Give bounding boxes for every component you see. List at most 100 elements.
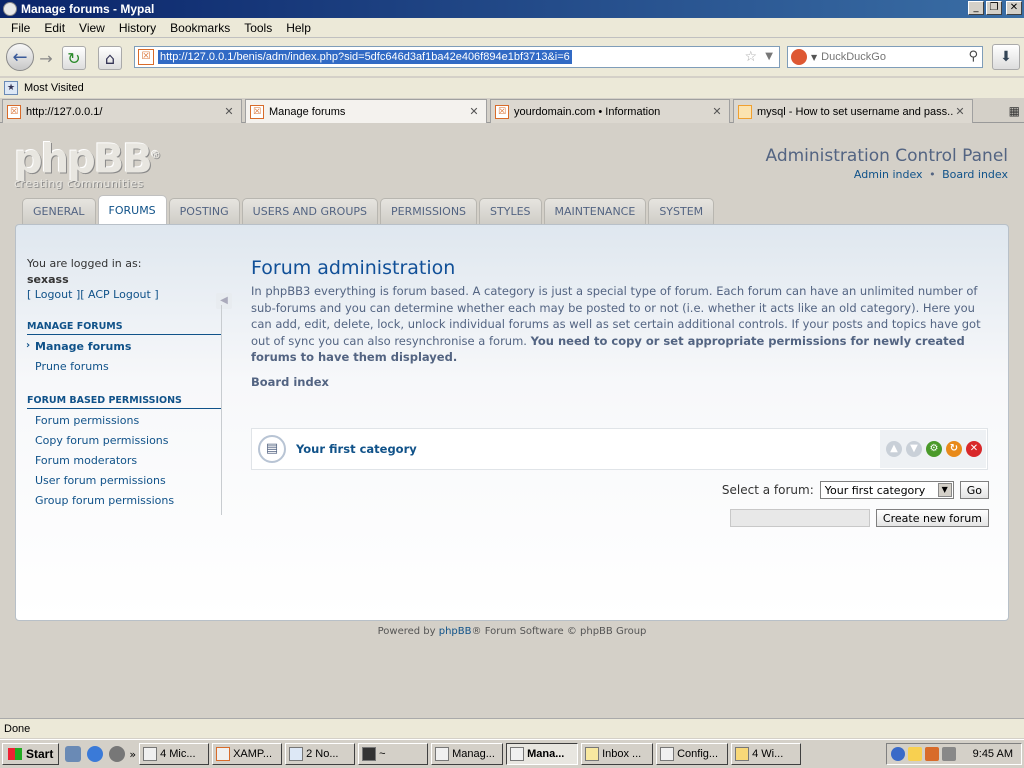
url-history-dropdown-icon[interactable]: ▼ xyxy=(765,51,773,62)
task-notepad[interactable]: 2 No... xyxy=(285,743,356,765)
task-config[interactable]: Config... xyxy=(656,743,729,765)
tray-xampp-icon[interactable] xyxy=(925,747,939,761)
browser-tab-manage-forums[interactable]: ☒ Manage forums ✕ xyxy=(245,99,487,123)
phpbb-footer-link[interactable]: phpBB xyxy=(439,626,472,637)
menu-tools[interactable]: Tools xyxy=(237,21,279,35)
menu-view[interactable]: View xyxy=(72,21,112,35)
tab-forums[interactable]: FORUMS xyxy=(97,195,167,224)
tray-app-icon[interactable] xyxy=(942,747,956,761)
collapse-sidebar-icon[interactable]: ◀ xyxy=(216,293,232,309)
link-separator: • xyxy=(929,168,936,181)
xampp-favicon-icon: ☒ xyxy=(7,104,21,119)
search-input[interactable] xyxy=(821,51,962,63)
most-visited-bookmark[interactable]: Most Visited xyxy=(24,82,84,94)
search-bar[interactable]: ▼ ⚲ xyxy=(787,46,983,68)
edit-gear-icon[interactable]: ⚙ xyxy=(926,441,942,457)
task-app-icon xyxy=(435,747,450,761)
move-down-icon[interactable]: ▼ xyxy=(906,441,922,457)
search-engine-dropdown-icon[interactable]: ▼ xyxy=(811,53,817,62)
forward-button[interactable]: → xyxy=(34,46,58,70)
internet-explorer-icon[interactable] xyxy=(87,746,104,762)
task-inbox[interactable]: Inbox ... xyxy=(581,743,654,765)
tab-system[interactable]: SYSTEM xyxy=(648,198,715,224)
select-forum-row: Select a forum: Your first category ▼ Go xyxy=(722,481,989,499)
browser-tab-information[interactable]: ☒ yourdomain.com • Information ✕ xyxy=(490,99,730,123)
tray-mail-icon[interactable] xyxy=(908,747,922,761)
task-microsoft[interactable]: 4 Mic... xyxy=(139,743,210,765)
task-terminal[interactable]: ~ xyxy=(358,743,429,765)
close-tab-icon[interactable]: ✕ xyxy=(710,105,724,118)
home-icon: ⌂ xyxy=(104,48,116,68)
category-link[interactable]: Your first category xyxy=(296,442,417,456)
show-desktop-icon[interactable] xyxy=(65,746,82,762)
sidebar-item-label: Manage forums xyxy=(35,340,132,353)
menu-file[interactable]: File xyxy=(4,21,37,35)
logged-in-username: sexass xyxy=(27,273,69,286)
url-text[interactable]: http://127.0.0.1/benis/adm/index.php?sid… xyxy=(158,50,572,64)
sidebar-item-forum-permissions[interactable]: Forum permissions xyxy=(35,414,139,427)
search-icon[interactable]: ⚲ xyxy=(968,49,978,64)
tab-general[interactable]: GENERAL xyxy=(22,198,96,224)
close-tab-icon[interactable]: ✕ xyxy=(222,105,236,118)
task-label: 2 No... xyxy=(306,748,339,760)
page-content: phpBB® creating communities Administrati… xyxy=(0,124,1024,716)
category-row: ▤ Your first category ▲ ▼ ⚙ ↻ ✕ xyxy=(251,428,988,470)
task-label: 4 Wi... xyxy=(752,748,784,760)
sidebar-item-forum-moderators[interactable]: Forum moderators xyxy=(35,454,137,467)
task-xampp[interactable]: XAMP... xyxy=(212,743,283,765)
sidebar-item-copy-forum-permissions[interactable]: Copy forum permissions xyxy=(35,434,169,447)
home-button[interactable]: ⌂ xyxy=(98,46,122,70)
sidebar-item-group-forum-permissions[interactable]: Group forum permissions xyxy=(35,494,174,507)
close-window-button[interactable]: ✕ xyxy=(1006,1,1022,15)
acp-tabs: GENERAL FORUMS POSTING USERS AND GROUPS … xyxy=(22,195,715,224)
browser-tab-localhost[interactable]: ☒ http://127.0.0.1/ ✕ xyxy=(2,99,242,123)
mypal-quicklaunch-icon[interactable] xyxy=(109,746,126,762)
menu-bookmarks[interactable]: Bookmarks xyxy=(163,21,237,35)
list-all-tabs-icon[interactable]: ▦ xyxy=(1009,104,1020,118)
acp-panel: You are logged in as: sexass [ Logout ][… xyxy=(15,224,1009,621)
board-index-link[interactable]: Board index xyxy=(942,168,1008,181)
forum-select[interactable]: Your first category ▼ xyxy=(819,481,954,499)
tab-styles[interactable]: STYLES xyxy=(479,198,542,224)
task-windows-explorer[interactable]: 4 Wi... xyxy=(731,743,802,765)
menu-edit[interactable]: Edit xyxy=(37,21,72,35)
start-label: Start xyxy=(26,747,54,761)
tab-maintenance[interactable]: MAINTENANCE xyxy=(543,198,647,224)
browser-tab-mysql[interactable]: mysql - How to set username and pass... … xyxy=(733,99,973,123)
tab-users-and-groups[interactable]: USERS AND GROUPS xyxy=(241,198,378,224)
help-icon[interactable] xyxy=(891,747,905,761)
new-forum-name-input[interactable] xyxy=(729,509,870,527)
close-tab-icon[interactable]: ✕ xyxy=(953,105,967,118)
go-button[interactable]: Go xyxy=(959,481,989,499)
bookmark-star-icon[interactable]: ☆ xyxy=(744,49,757,65)
delete-icon[interactable]: ✕ xyxy=(966,441,982,457)
logout-links[interactable]: [ Logout ][ ACP Logout ] xyxy=(27,288,223,301)
close-tab-icon[interactable]: ✕ xyxy=(467,105,481,118)
reload-button[interactable]: ↻ xyxy=(62,46,86,70)
task-manage-1[interactable]: Manag... xyxy=(431,743,504,765)
admin-index-link[interactable]: Admin index xyxy=(854,168,923,181)
back-button[interactable]: ← xyxy=(6,43,34,71)
downloads-button[interactable]: ⬇ xyxy=(992,44,1020,70)
sidebar-item-manage-forums[interactable]: › Manage forums xyxy=(26,340,132,353)
maximize-button[interactable]: ❐ xyxy=(986,1,1002,15)
create-new-forum-button[interactable]: Create new forum xyxy=(875,509,989,527)
menu-history[interactable]: History xyxy=(112,21,163,35)
clock[interactable]: 9:45 AM xyxy=(973,748,1013,760)
menu-help[interactable]: Help xyxy=(279,21,318,35)
sidebar-item-prune-forums[interactable]: Prune forums xyxy=(35,360,109,373)
phpbb-logo[interactable]: phpBB® creating communities xyxy=(14,136,170,190)
resync-icon[interactable]: ↻ xyxy=(946,441,962,457)
sidebar-item-user-forum-permissions[interactable]: User forum permissions xyxy=(35,474,166,487)
task-manage-forums[interactable]: Mana... xyxy=(506,743,579,765)
tab-permissions[interactable]: PERMISSIONS xyxy=(380,198,478,224)
move-up-icon[interactable]: ▲ xyxy=(886,441,902,457)
page-title: Forum administration xyxy=(251,257,456,279)
tab-posting[interactable]: POSTING xyxy=(168,198,240,224)
select-forum-label: Select a forum: xyxy=(721,483,814,497)
duckduckgo-icon[interactable] xyxy=(791,49,807,65)
url-bar[interactable]: ☒ http://127.0.0.1/benis/adm/index.php?s… xyxy=(134,46,780,68)
start-button[interactable]: Start xyxy=(2,743,60,765)
quicklaunch-overflow-icon[interactable]: » xyxy=(129,748,136,761)
minimize-button[interactable]: _ xyxy=(968,1,984,15)
